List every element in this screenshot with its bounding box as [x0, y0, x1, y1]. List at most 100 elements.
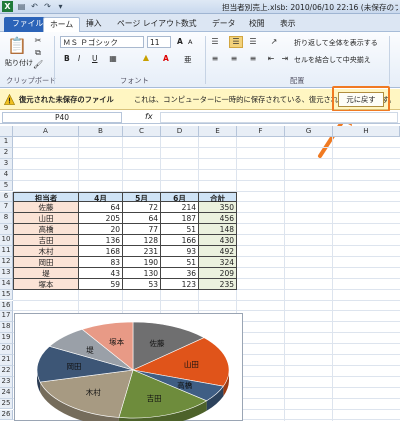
grow-font-button[interactable]: A [177, 37, 183, 46]
table-header-cell[interactable]: 4月 [79, 191, 123, 203]
row-header[interactable]: 9 [0, 224, 13, 236]
table-cell-name[interactable]: 佐藤 [13, 202, 79, 214]
border-icon[interactable]: ▦ [108, 54, 118, 64]
table-cell-name[interactable]: 山田 [13, 213, 79, 225]
table-cell-value[interactable]: 83 [79, 256, 123, 268]
align-top-icon[interactable]: ☰ [210, 37, 220, 47]
font-color-button[interactable]: A [163, 54, 169, 63]
table-header-cell[interactable]: 合計 [199, 191, 237, 203]
table-cell-value[interactable]: 168 [79, 246, 123, 257]
table-cell-name[interactable]: 吉田 [13, 235, 79, 246]
align-left-icon[interactable]: ≡ [210, 54, 220, 64]
tab-data[interactable]: データ [206, 17, 241, 32]
align-bottom-icon[interactable]: ☰ [248, 37, 258, 47]
row-header[interactable]: 7 [0, 202, 13, 214]
table-cell-value[interactable]: 123 [161, 278, 199, 290]
merge-center-button[interactable]: セルを結合して中央揃え [294, 55, 371, 65]
table-cell-value[interactable]: 324 [199, 256, 237, 268]
table-cell-value[interactable]: 350 [199, 202, 237, 214]
table-header-cell[interactable]: 6月 [161, 191, 199, 203]
table-cell-value[interactable]: 77 [123, 224, 161, 236]
table-cell-value[interactable]: 72 [123, 202, 161, 214]
table-cell-value[interactable]: 51 [161, 256, 199, 268]
table-cell-value[interactable]: 43 [79, 267, 123, 279]
table-cell-value[interactable]: 128 [123, 235, 161, 246]
table-cell-value[interactable]: 53 [123, 278, 161, 290]
table-cell-value[interactable]: 205 [79, 213, 123, 225]
row-header[interactable]: 18 [0, 322, 13, 334]
column-header-c[interactable]: C [123, 126, 161, 137]
align-center-icon[interactable]: ≡ [229, 54, 239, 64]
table-cell-value[interactable]: 190 [123, 256, 161, 268]
name-box[interactable]: P40 [2, 112, 122, 123]
font-name-select[interactable]: ＭＳ Ｐゴシック [60, 36, 144, 48]
table-cell-name[interactable]: 堤 [13, 267, 79, 279]
row-header[interactable]: 24 [0, 387, 13, 399]
increase-indent-icon[interactable]: ⇥ [280, 54, 290, 64]
row-header[interactable]: 16 [0, 300, 13, 312]
table-cell-value[interactable]: 148 [199, 224, 237, 236]
save-icon[interactable]: ▤ [16, 1, 27, 12]
table-cell-name[interactable]: 岡田 [13, 256, 79, 268]
phonetic-button[interactable]: 亜 [184, 54, 192, 65]
table-header-cell[interactable]: 5月 [123, 191, 161, 203]
row-header[interactable]: 21 [0, 355, 13, 366]
tab-view[interactable]: 表示 [274, 17, 302, 32]
row-header[interactable]: 11 [0, 246, 13, 257]
column-header-h[interactable]: H [333, 126, 400, 137]
paste-button-label[interactable]: 貼り付け [5, 58, 33, 68]
table-cell-value[interactable]: 214 [161, 202, 199, 214]
row-header[interactable]: 3 [0, 158, 13, 170]
tab-insert[interactable]: 挿入 [80, 17, 108, 32]
table-cell-value[interactable]: 231 [123, 246, 161, 257]
shrink-font-button[interactable]: A [188, 38, 192, 46]
tab-formulas[interactable]: 数式 [175, 17, 203, 32]
table-cell-value[interactable]: 492 [199, 246, 237, 257]
orientation-icon[interactable]: ↗ [268, 37, 280, 47]
select-all-corner[interactable] [0, 126, 13, 137]
table-cell-value[interactable]: 36 [161, 267, 199, 279]
table-cell-value[interactable]: 209 [199, 267, 237, 279]
formula-input[interactable] [160, 112, 398, 123]
column-header-g[interactable]: G [285, 126, 333, 137]
column-header-a[interactable]: A [13, 126, 79, 137]
redo-icon[interactable]: ↷ [42, 1, 53, 12]
table-cell-value[interactable]: 456 [199, 213, 237, 225]
tab-review[interactable]: 校閲 [243, 17, 271, 32]
table-cell-value[interactable]: 130 [123, 267, 161, 279]
undo-icon[interactable]: ↶ [29, 1, 40, 12]
row-header[interactable]: 2 [0, 147, 13, 159]
excel-app-icon[interactable]: X [2, 1, 13, 12]
row-header[interactable]: 23 [0, 376, 13, 388]
paste-icon[interactable]: 📋 [6, 35, 28, 57]
row-header[interactable]: 4 [0, 169, 13, 181]
column-header-e[interactable]: E [199, 126, 237, 137]
row-header[interactable]: 26 [0, 409, 13, 421]
table-cell-value[interactable]: 59 [79, 278, 123, 290]
table-cell-value[interactable]: 20 [79, 224, 123, 236]
wrap-text-button[interactable]: 折り返して全体を表示する [294, 38, 378, 48]
bold-button[interactable]: B [64, 54, 70, 63]
row-header[interactable]: 17 [0, 311, 13, 323]
table-header-cell[interactable]: 担当者 [13, 191, 79, 203]
table-cell-value[interactable]: 51 [161, 224, 199, 236]
table-cell-value[interactable]: 136 [79, 235, 123, 246]
row-header[interactable]: 10 [0, 235, 13, 246]
table-cell-name[interactable]: 塚本 [13, 278, 79, 290]
row-header[interactable]: 14 [0, 278, 13, 290]
row-header[interactable]: 13 [0, 267, 13, 279]
row-header[interactable]: 6 [0, 191, 13, 203]
table-cell-name[interactable]: 高橋 [13, 224, 79, 236]
cut-icon[interactable]: ✂ [33, 36, 43, 46]
copy-icon[interactable]: ⧉ [33, 48, 43, 58]
pie-chart[interactable]: 佐藤 山田 高橋 吉田 木村 岡田堤 塚本 [14, 313, 243, 421]
row-header[interactable]: 19 [0, 333, 13, 345]
customize-qat-icon[interactable]: ▾ [55, 1, 66, 12]
table-cell-value[interactable]: 64 [123, 213, 161, 225]
font-size-select[interactable]: 11 [147, 36, 171, 48]
row-header[interactable]: 8 [0, 213, 13, 225]
table-cell-value[interactable]: 64 [79, 202, 123, 214]
row-header[interactable]: 22 [0, 365, 13, 377]
insert-function-button[interactable]: fx [145, 111, 153, 123]
row-header[interactable]: 25 [0, 398, 13, 410]
